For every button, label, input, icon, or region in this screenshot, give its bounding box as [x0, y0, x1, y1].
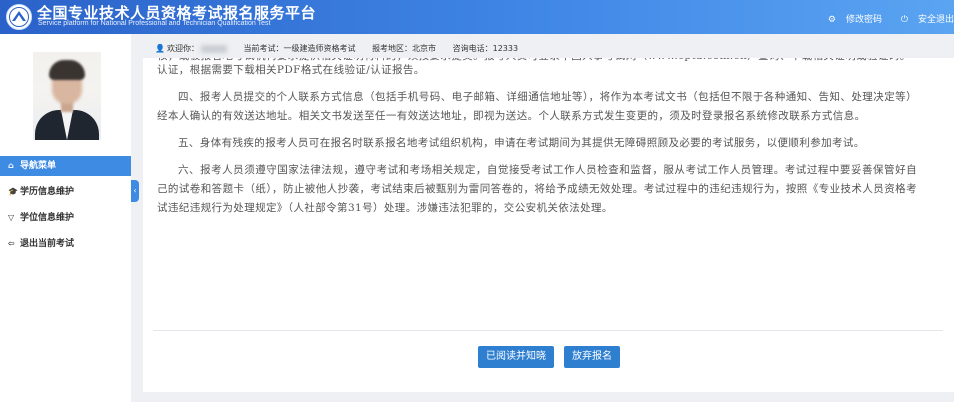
- logout-link[interactable]: ⏻ 安全退出: [893, 15, 954, 25]
- sidebar-item-label: 学历信息维护: [20, 187, 75, 197]
- platform-subtitle: Service platform for National Profession…: [38, 20, 271, 27]
- info-bar: 👤 欢迎你： 当前考试：一级建造师资格考试 报考地区：北京市 咨询电话：12333: [155, 40, 532, 58]
- sidebar-item-degree[interactable]: ▽ 学位信息维护: [0, 208, 131, 228]
- current-exam: 当前考试：一级建造师资格考试: [243, 44, 356, 53]
- logout-icon: ⇦: [8, 239, 15, 248]
- sidebar: ⌂ 导航菜单 🎓 学历信息维护 ▽ 学位信息维护 ⇦ 退出当前考试: [0, 34, 131, 402]
- sidebar-collapse-toggle[interactable]: ‹: [131, 180, 139, 202]
- platform-logo: [6, 4, 32, 30]
- notice-panel: 核，或被报名地考试机构要求提供相关证明材料的，须按要求提交。报考人员可登录中国人…: [143, 58, 954, 392]
- header-actions: ⚙ 修改密码 ⏻ 安全退出: [812, 12, 954, 25]
- notice-paragraph-6: 六、报考人员须遵守国家法律法规，遵守考试和考场相关规定，自觉接受考试工作人员检查…: [157, 164, 917, 214]
- sidebar-item-label: 导航菜单: [20, 161, 57, 171]
- user-icon: 👤: [155, 44, 165, 53]
- notice-text: 核，或被报名地考试机构要求提供相关证明材料的，须按要求提交。报考人员可登录中国人…: [157, 58, 917, 226]
- sidebar-item-education[interactable]: 🎓 学历信息维护: [0, 182, 131, 202]
- avatar: [33, 52, 101, 140]
- change-password-link[interactable]: ⚙ 修改密码: [820, 15, 882, 25]
- notice-paragraph-5: 五、身体有残疾的报考人员可在报名时联系报名地考试组织机构，申请在考试期间为其提供…: [178, 137, 865, 149]
- notice-paragraph-4: 四、报考人员提交的个人联系方式信息（包括手机号码、电子邮箱、详细通信地址等），将…: [157, 91, 917, 122]
- chevron-left-icon: ‹: [133, 186, 137, 195]
- home-icon: ⌂: [8, 161, 14, 170]
- user-name-redacted: [200, 44, 227, 53]
- abandon-registration-button[interactable]: 放弃报名: [564, 346, 620, 368]
- hotline: 咨询电话：12333: [452, 44, 519, 53]
- divider: [153, 330, 943, 331]
- top-header: 全国专业技术人员资格考试报名服务平台 Service platform for …: [0, 0, 954, 34]
- sidebar-item-exit-exam[interactable]: ⇦ 退出当前考试: [0, 234, 131, 254]
- degree-icon: ▽: [8, 213, 15, 222]
- settings-icon: ⚙: [827, 15, 836, 25]
- sidebar-item-nav-menu[interactable]: ⌂ 导航菜单: [0, 156, 131, 176]
- welcome-text: 👤 欢迎你：: [155, 44, 227, 53]
- graduation-icon: 🎓: [8, 187, 18, 196]
- sidebar-item-label: 学位信息维护: [20, 213, 75, 223]
- exam-region: 报考地区：北京市: [372, 44, 437, 53]
- power-icon: ⏻: [900, 15, 908, 25]
- sidebar-item-label: 退出当前考试: [20, 239, 75, 249]
- acknowledge-button[interactable]: 已阅读并知晓: [478, 346, 554, 368]
